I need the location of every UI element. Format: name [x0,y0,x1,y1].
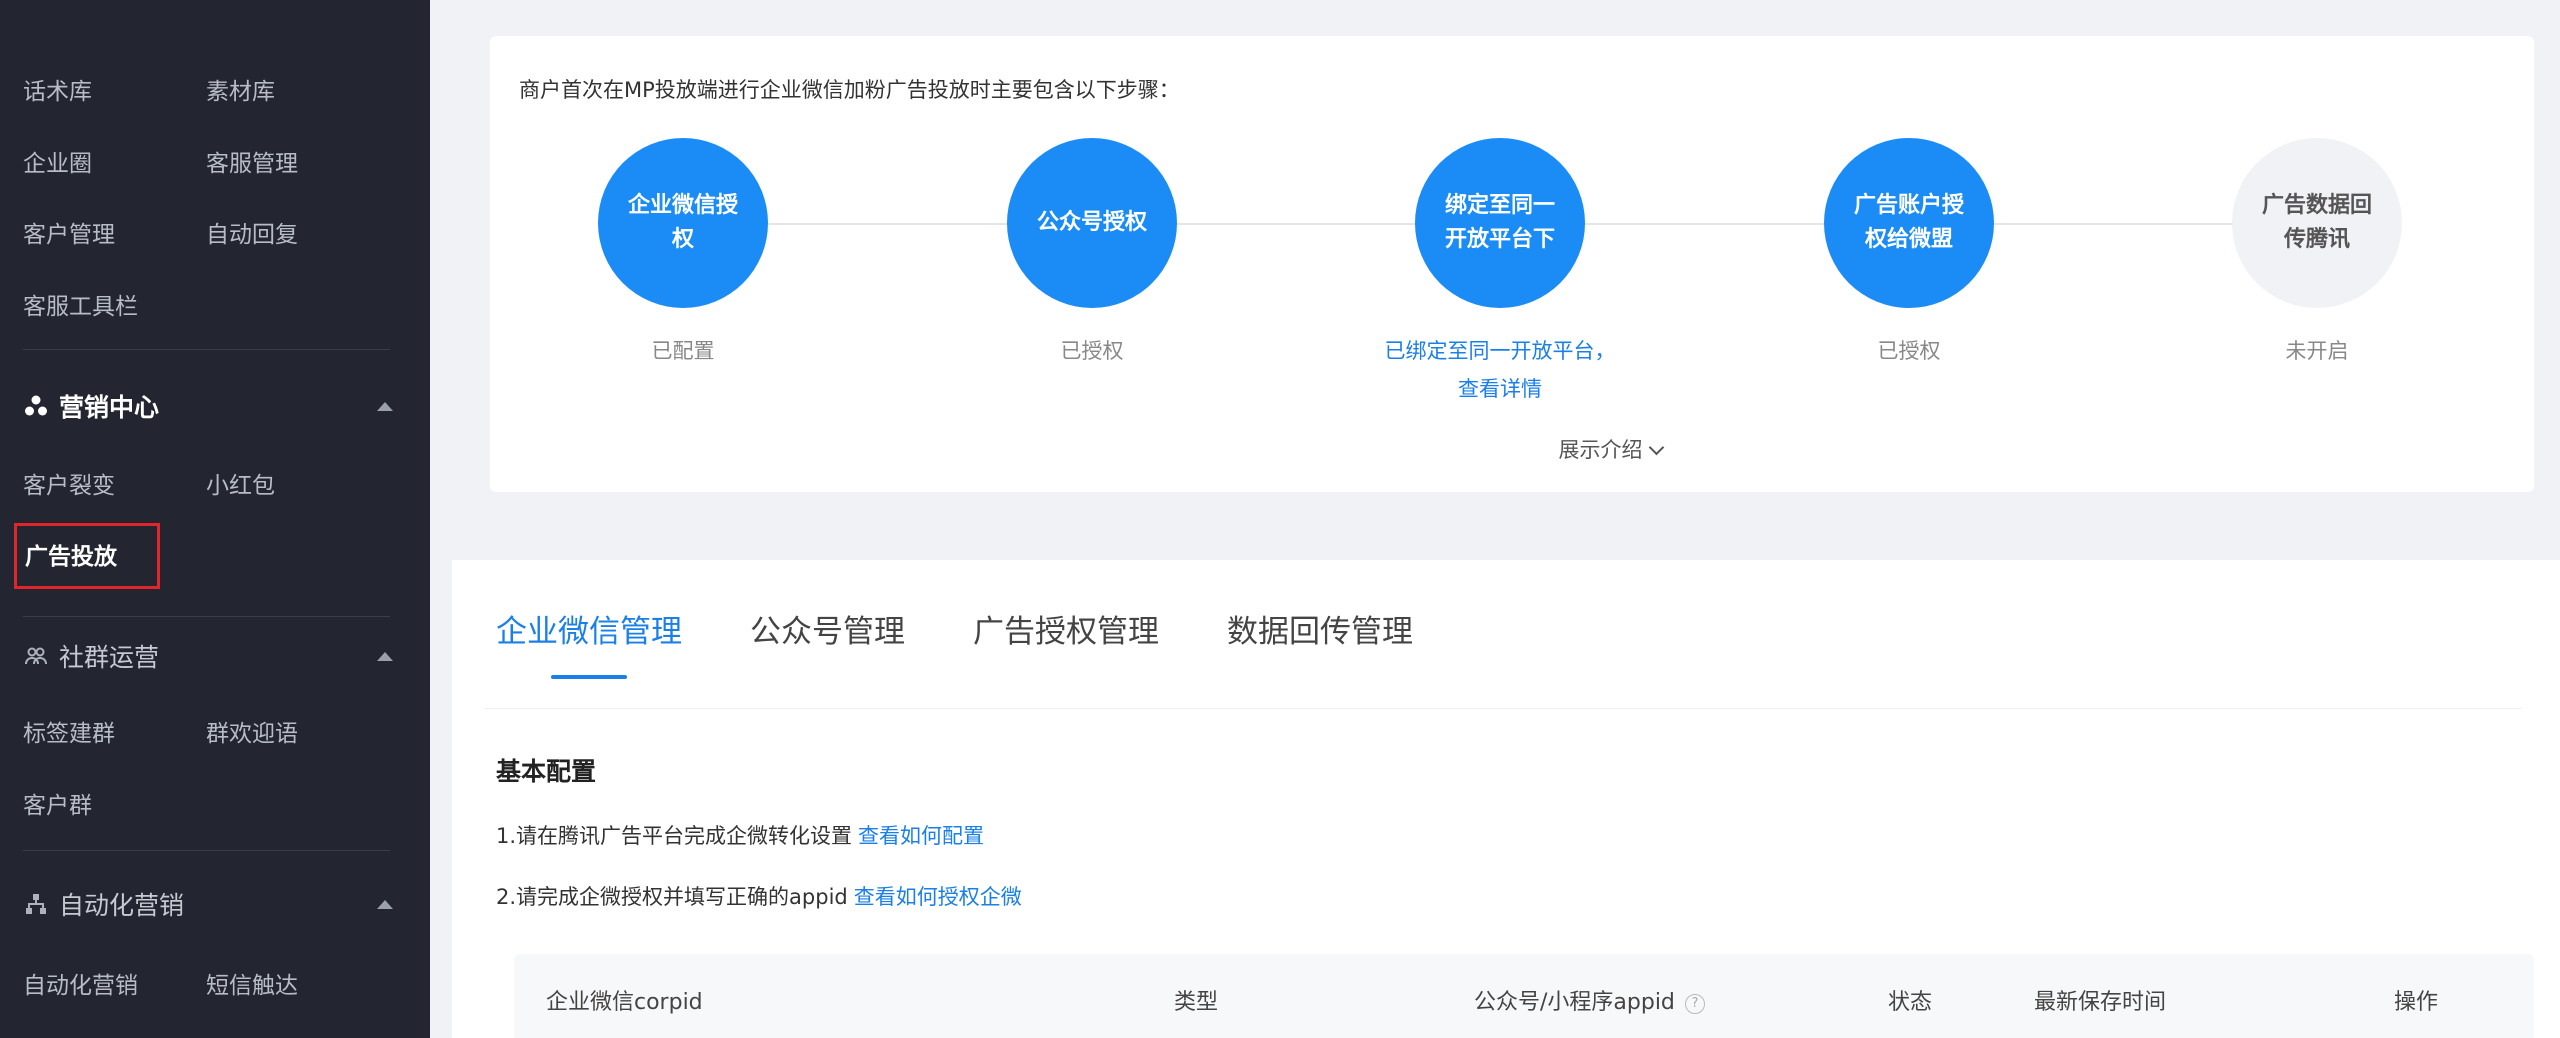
col-corpid: 企业微信corpid [546,990,703,1015]
nav-item-service-management[interactable]: 客服管理 [206,144,389,178]
nav-row: 话术库 素材库 [23,72,389,106]
nav-item-customer-management[interactable]: 客户管理 [23,215,206,249]
config-line-text: 2.请完成企微授权并填写正确的appid [496,885,848,909]
section-title: 自动化营销 [59,891,185,920]
nav-item-material-library[interactable]: 素材库 [206,72,389,106]
step-circle[interactable]: 广告账户授权给微盟 [1824,138,1994,308]
col-actions: 操作 [2394,990,2439,1015]
tab-data-callback-management[interactable]: 数据回传管理 [1227,606,1413,651]
col-type: 类型 [1174,990,1219,1015]
nav-item-red-packet[interactable]: 小红包 [206,466,389,500]
config-line-2: 2.请完成企微授权并填写正确的appid 查看如何授权企微 [496,881,1022,911]
tab-ad-auth-management[interactable]: 广告授权管理 [973,606,1159,651]
config-line-1: 1.请在腾讯广告平台完成企微转化设置 查看如何配置 [496,820,984,850]
divider [23,349,390,350]
section-community-ops[interactable]: 社群运营 [23,638,393,674]
step-circle[interactable]: 企业微信授权 [598,138,768,308]
how-to-configure-link[interactable]: 查看如何配置 [858,824,984,848]
view-details-link[interactable]: 查看详情 [1370,370,1630,408]
section-title: 营销中心 [59,393,160,422]
expand-intro-link[interactable]: 展示介绍 [1450,434,1770,464]
col-appid: 公众号/小程序appid? [1474,984,1705,1016]
step-status: 已配置 [651,339,715,363]
nav-row: 客户群 [23,786,206,820]
hierarchy-icon [23,891,49,917]
nav-row: 标签建群 群欢迎语 [23,714,389,748]
intro-text: 商户首次在MP投放端进行企业微信加粉广告投放时主要包含以下步骤： [519,78,1180,102]
nav-item-group-welcome[interactable]: 群欢迎语 [206,714,389,748]
step-status: 未开启 [2285,339,2349,363]
nav-item-service-toolbar[interactable]: 客服工具栏 [23,287,206,321]
group-icon [23,643,49,669]
caret-up-icon[interactable] [377,899,393,909]
step-status-link[interactable]: 已绑定至同一开放平台， 查看详情 [1370,332,1630,408]
sidebar: 话术库 素材库 企业圈 客服管理 客户管理 自动回复 客服工具栏 营销中心 客户… [0,0,430,1038]
step-circle[interactable]: 广告数据回传腾讯 [2232,138,2402,308]
nav-item-customer-group[interactable]: 客户群 [23,786,206,820]
how-to-authorize-link[interactable]: 查看如何授权企微 [854,885,1022,909]
chevron-down-icon [1648,439,1664,456]
expand-label: 展示介绍 [1558,438,1643,462]
step-data-callback: 广告数据回传腾讯 未开启 [2187,138,2447,370]
config-line-text: 1.请在腾讯广告平台完成企微转化设置 [496,824,853,848]
nav-item-enterprise-circle[interactable]: 企业圈 [23,144,206,178]
tab-wecom-management[interactable]: 企业微信管理 [496,606,682,651]
col-status: 状态 [1888,990,1933,1015]
step-status: 已授权 [1060,339,1124,363]
step-wecom-auth: 企业微信授权 已配置 [553,138,813,370]
section-automation-marketing[interactable]: 自动化营销 [23,886,393,922]
divider [23,616,390,617]
col-appid-label: 公众号/小程序appid [1474,990,1675,1015]
divider [23,850,390,851]
nav-row: 企业圈 客服管理 [23,144,389,178]
nav-item-customer-fission[interactable]: 客户裂变 [23,466,206,500]
nav-item-script-library[interactable]: 话术库 [23,72,206,106]
management-panel: 企业微信管理 公众号管理 广告授权管理 数据回传管理 基本配置 1.请在腾讯广告… [452,560,2560,1038]
nav-row: 自动化营销 短信触达 [23,966,389,1000]
step-ad-account-auth: 广告账户授权给微盟 已授权 [1779,138,2039,370]
col-saved-time: 最新保存时间 [2034,990,2167,1015]
nav-row: 客户裂变 小红包 [23,466,389,500]
table-header: 企业微信corpid 类型 公众号/小程序appid? 状态 最新保存时间 操作 [514,954,2534,1038]
config-title: 基本配置 [496,757,597,786]
steps-panel: 商户首次在MP投放端进行企业微信加粉广告投放时主要包含以下步骤： 企业微信授权 … [490,36,2534,492]
section-marketing-center[interactable]: 营销中心 [23,388,393,424]
nav-row: 客户管理 自动回复 [23,215,389,249]
tab-official-account-management[interactable]: 公众号管理 [750,606,905,651]
tab-bar: 企业微信管理 公众号管理 广告授权管理 数据回传管理 [496,606,1481,651]
nav-row: 客服工具栏 [23,287,206,321]
step-official-account-auth: 公众号授权 已授权 [962,138,1222,370]
caret-up-icon[interactable] [377,401,393,411]
nav-item-tag-group[interactable]: 标签建群 [23,714,206,748]
caret-up-icon[interactable] [377,651,393,661]
step-bind-open-platform: 绑定至同一开放平台下 已绑定至同一开放平台， 查看详情 [1370,138,1630,408]
cluster-icon [23,393,49,419]
step-circle[interactable]: 公众号授权 [1007,138,1177,308]
nav-item-auto-reply[interactable]: 自动回复 [206,215,389,249]
section-title: 社群运营 [59,643,160,672]
nav-item-ad-placement[interactable]: 广告投放 [14,523,160,589]
nav-item-sms-reach[interactable]: 短信触达 [206,966,389,1000]
step-circle[interactable]: 绑定至同一开放平台下 [1415,138,1585,308]
step-status: 已授权 [1877,339,1941,363]
help-icon[interactable]: ? [1684,993,1705,1014]
step-status-text[interactable]: 已绑定至同一开放平台， [1370,332,1630,370]
nav-item-automation[interactable]: 自动化营销 [23,966,206,1000]
